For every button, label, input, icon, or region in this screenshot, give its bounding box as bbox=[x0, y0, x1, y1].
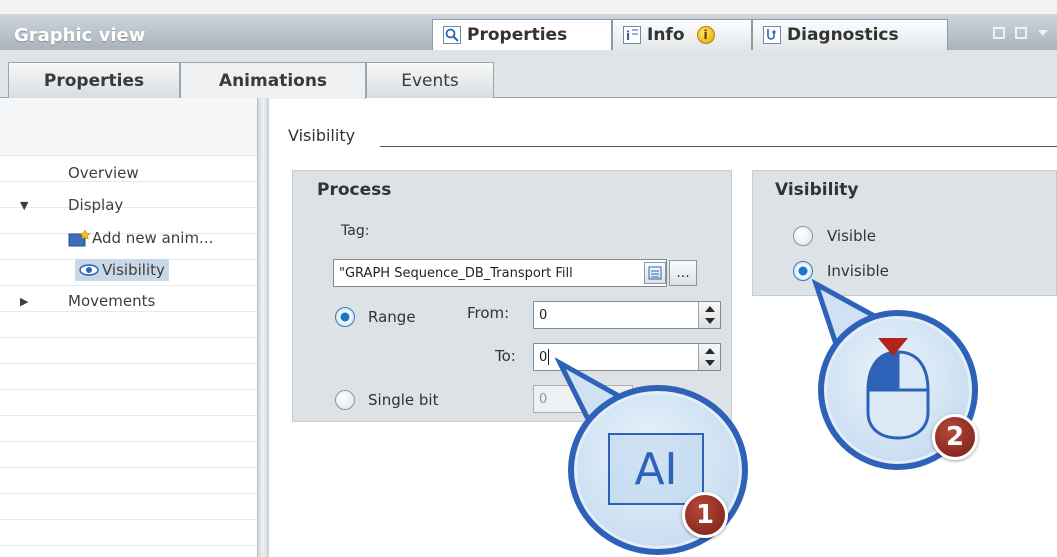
visibility-title: Visibility bbox=[775, 180, 859, 200]
animation-tab-row: Properties Animations Events bbox=[0, 50, 1057, 99]
single-bit-radio[interactable] bbox=[335, 390, 355, 410]
expand-down-icon[interactable]: ▼ bbox=[0, 199, 68, 212]
single-bit-label: Single bit bbox=[368, 391, 439, 409]
from-label: From: bbox=[467, 304, 510, 322]
section-label: Visibility bbox=[288, 126, 356, 145]
callout-1-ai-box: AI bbox=[608, 433, 704, 505]
mouse-left-click-icon bbox=[866, 338, 930, 440]
tree-item-visibility[interactable]: Visibility bbox=[0, 257, 255, 283]
tag-value: "GRAPH Sequence_DB_Transport Fill bbox=[339, 265, 573, 281]
subtab-animations-label: Animations bbox=[218, 71, 328, 91]
from-spinner[interactable] bbox=[698, 302, 720, 328]
to-spinner[interactable] bbox=[698, 344, 720, 370]
tab-properties[interactable]: Properties bbox=[432, 19, 612, 50]
subtab-properties-label: Properties bbox=[43, 70, 145, 91]
visible-label: Visible bbox=[827, 227, 876, 245]
animation-tree: Overview ▼ Display Add new anim... Visib… bbox=[0, 98, 262, 557]
callout-2-badge: 2 bbox=[932, 414, 978, 460]
chevron-down-icon[interactable] bbox=[1037, 27, 1049, 39]
tab-info-label: Info bbox=[647, 25, 685, 45]
subtab-events-label: Events bbox=[401, 70, 459, 91]
tree-item-overview[interactable]: Overview bbox=[0, 160, 255, 186]
tree-item-add-new-animation-label: Add new anim... bbox=[92, 229, 214, 247]
subtab-events[interactable]: Events bbox=[366, 62, 494, 98]
subtab-properties[interactable]: Properties bbox=[8, 62, 180, 98]
tree-item-visibility-label: Visibility bbox=[102, 261, 165, 279]
window-controls bbox=[993, 27, 1049, 39]
svg-text:i: i bbox=[626, 29, 630, 43]
info-warning-icon: i bbox=[696, 26, 715, 44]
add-animation-icon bbox=[68, 229, 92, 247]
subtab-animations[interactable]: Animations bbox=[180, 62, 366, 99]
title-bar: Graphic view Properties i Info i Diagnos… bbox=[0, 0, 1057, 50]
range-label: Range bbox=[368, 308, 416, 326]
range-radio[interactable] bbox=[335, 307, 355, 327]
text-cursor bbox=[548, 349, 550, 365]
eye-icon bbox=[79, 264, 99, 276]
tab-info[interactable]: i Info i bbox=[612, 19, 752, 50]
from-input[interactable]: 0 bbox=[533, 301, 721, 329]
tab-diagnostics[interactable]: Diagnostics bbox=[752, 19, 948, 50]
tree-item-movements[interactable]: ▶ Movements bbox=[0, 288, 255, 314]
section-divider bbox=[380, 146, 1057, 147]
tag-list-icon[interactable] bbox=[644, 262, 666, 284]
to-value: 0 bbox=[539, 349, 548, 365]
magnifier-icon bbox=[443, 26, 461, 44]
tree-item-overview-label: Overview bbox=[68, 164, 139, 182]
expand-right-icon[interactable]: ▶ bbox=[0, 295, 68, 308]
single-bit-value: 0 bbox=[539, 391, 548, 407]
tab-diagnostics-label: Diagnostics bbox=[787, 25, 899, 45]
from-value: 0 bbox=[539, 307, 548, 323]
browse-button[interactable]: ... bbox=[669, 260, 697, 286]
process-title: Process bbox=[317, 180, 392, 200]
window-title: Graphic view bbox=[14, 25, 146, 46]
panel-splitter[interactable] bbox=[257, 98, 269, 557]
tree-item-visibility-selected: Visibility bbox=[75, 259, 169, 281]
tab-properties-label: Properties bbox=[467, 25, 568, 45]
tree-item-display[interactable]: ▼ Display bbox=[0, 192, 255, 218]
tree-item-add-new-animation[interactable]: Add new anim... bbox=[0, 225, 255, 251]
callout-1-text: AI bbox=[634, 443, 678, 495]
diagnostics-icon bbox=[763, 26, 781, 44]
info-icon: i bbox=[623, 26, 641, 44]
restore-icon[interactable] bbox=[993, 27, 1005, 39]
tree-item-movements-label: Movements bbox=[68, 292, 156, 310]
tag-input[interactable]: "GRAPH Sequence_DB_Transport Fill bbox=[333, 259, 667, 287]
tag-label: Tag: bbox=[341, 223, 370, 239]
to-label: To: bbox=[495, 347, 516, 365]
callout-1-badge: 1 bbox=[682, 492, 728, 538]
tree-item-display-label: Display bbox=[68, 196, 124, 214]
visible-radio[interactable] bbox=[793, 226, 813, 246]
layout-icon[interactable] bbox=[1015, 27, 1027, 39]
